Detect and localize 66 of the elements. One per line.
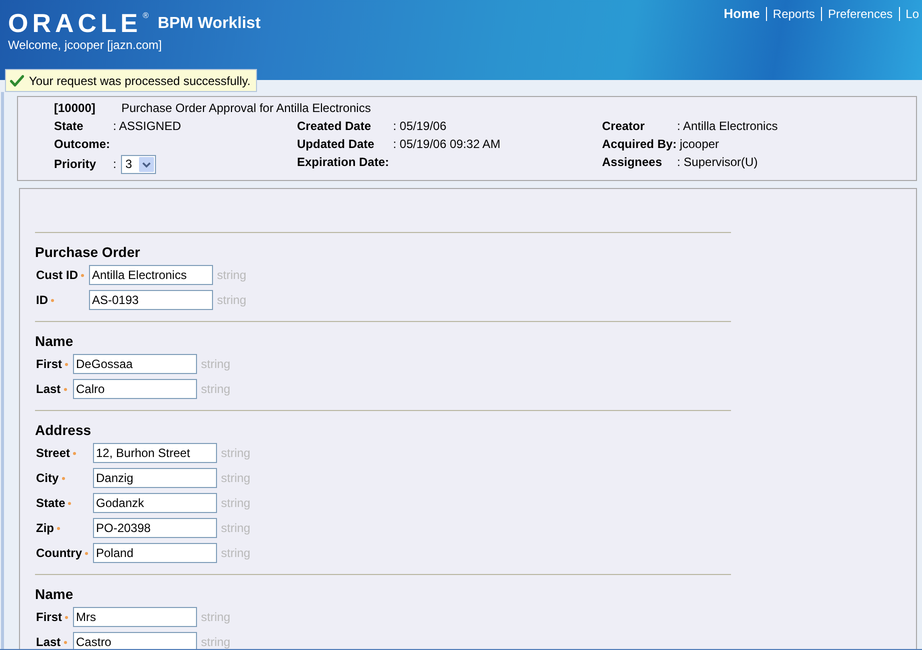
input-field[interactable]: PO-20398 bbox=[93, 518, 217, 538]
type-hint: string bbox=[217, 293, 246, 307]
input-field[interactable]: Danzig bbox=[93, 468, 217, 488]
type-hint: string bbox=[201, 610, 230, 624]
field-label: Street bbox=[36, 445, 70, 461]
field-label: Country bbox=[36, 545, 82, 561]
field-label: State bbox=[36, 495, 66, 511]
field-label: ID bbox=[36, 292, 48, 308]
task-number: [10000] bbox=[54, 100, 96, 117]
nav-link[interactable]: Home bbox=[724, 6, 760, 22]
field-label: Expiration Date: bbox=[297, 154, 390, 171]
input-field[interactable]: DeGossaa bbox=[73, 354, 198, 374]
field-label: First bbox=[36, 609, 62, 625]
checkmark-icon bbox=[10, 74, 24, 86]
type-hint: string bbox=[221, 471, 250, 485]
field-label: Created Date bbox=[297, 118, 372, 135]
type-hint: string bbox=[217, 268, 246, 282]
section-title: Address bbox=[35, 421, 92, 439]
nav-link[interactable]: Preferences bbox=[828, 6, 893, 22]
field-label: Assignees bbox=[602, 154, 664, 171]
field-label: State bbox=[54, 118, 84, 135]
logo-wordmark: ORACLE bbox=[8, 11, 142, 36]
input-field[interactable]: Mrs bbox=[73, 607, 198, 627]
field-value: : bbox=[113, 156, 116, 173]
welcome-text: Welcome, jcooper [jazn.com] bbox=[8, 38, 162, 52]
input-field[interactable]: AS-0193 bbox=[89, 290, 213, 310]
field-value: : 05/19/06 09:32 AM bbox=[393, 136, 500, 153]
field-value: : Supervisor(U) bbox=[677, 154, 758, 171]
task-title: Purchase Order Approval for Antilla Electronics bbox=[121, 100, 371, 117]
type-hint: string bbox=[201, 635, 230, 649]
field-label: Outcome: bbox=[54, 136, 110, 153]
input-field[interactable]: Castro bbox=[73, 632, 198, 649]
field-label: Acquired By: bbox=[602, 136, 677, 153]
field-label: Last bbox=[36, 381, 61, 397]
field-label: First bbox=[36, 356, 62, 372]
nav-link[interactable]: Reports bbox=[772, 6, 815, 22]
field-value: : Antilla Electronics bbox=[677, 118, 778, 135]
type-hint: string bbox=[201, 382, 230, 396]
registered-mark: ® bbox=[142, 12, 149, 20]
type-hint: string bbox=[221, 546, 250, 560]
type-hint: string bbox=[221, 521, 250, 535]
type-hint: string bbox=[221, 496, 250, 510]
field-label: Last bbox=[36, 634, 61, 649]
chevron-down-icon bbox=[139, 156, 154, 172]
app-title: BPM Worklist bbox=[158, 16, 261, 32]
type-hint: string bbox=[201, 357, 230, 371]
input-field[interactable]: 12, Burhon Street bbox=[93, 443, 217, 463]
field-value: jcooper bbox=[680, 136, 720, 153]
input-field[interactable]: Godanzk bbox=[93, 493, 217, 513]
field-value: : 05/19/06 bbox=[393, 118, 446, 135]
field-value: : ASSIGNED bbox=[113, 118, 182, 135]
priority-select[interactable]: 3 bbox=[121, 154, 156, 174]
input-field[interactable]: Poland bbox=[93, 543, 217, 563]
message-text: Your request was processed successfully. bbox=[29, 72, 250, 90]
field-label: Updated Date bbox=[297, 136, 376, 153]
section-title: Purchase Order bbox=[35, 243, 140, 261]
field-label: City bbox=[36, 470, 59, 486]
field-label: Creator bbox=[602, 118, 646, 135]
field-label: Priority bbox=[54, 156, 98, 173]
field-label: Zip bbox=[36, 520, 54, 536]
type-hint: string bbox=[221, 446, 250, 460]
input-field[interactable]: Calro bbox=[73, 379, 198, 399]
section-title: Name bbox=[35, 585, 74, 603]
field-label: Cust ID bbox=[36, 267, 78, 283]
input-field[interactable]: Antilla Electronics bbox=[89, 265, 213, 285]
section-title: Name bbox=[35, 332, 74, 350]
